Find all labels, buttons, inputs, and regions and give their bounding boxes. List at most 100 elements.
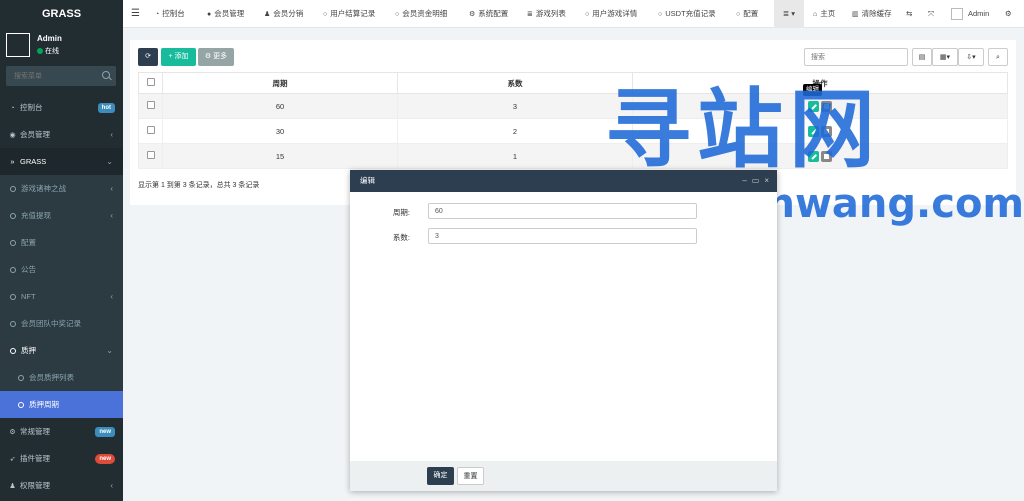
sidebar-item-plugins[interactable]: ➶ 插件管理 new [0,445,123,472]
tab-label: 系统配置 [478,9,509,18]
edit-icon[interactable] [808,100,819,112]
sidebar-item-config[interactable]: 配置 [0,229,123,256]
tab-label: 配置 [743,9,759,18]
chevron-left-icon: ‹ [110,184,113,193]
user-status: 在线 [37,46,59,56]
menu-toggle-icon[interactable]: ☰ [131,0,140,28]
online-dot-icon [37,48,43,54]
dashboard-icon: ◔ [10,105,15,112]
row-checkbox[interactable] [146,101,155,109]
sidebar-item-dashboard[interactable]: ◔ 控制台 hot [0,94,123,121]
more-button[interactable]: ⚙ 更多 [198,48,234,66]
clear-cache-button[interactable]: ▥ 清除缓存 [852,0,892,28]
factor-input[interactable] [428,228,697,244]
search-button[interactable]: ⌕ [988,48,1008,66]
brand-logo[interactable]: GRASS [0,0,123,28]
user-panel: Admin 在线 [0,28,123,66]
home-link[interactable]: ⌂ 主页 [813,0,835,28]
select-all-checkbox[interactable] [146,78,155,86]
tab-label: 用户结算记录 [330,9,376,18]
column-header-period[interactable]: 周期 [162,72,398,94]
column-header-factor[interactable]: 系数 [397,72,633,94]
cell-factor: 3 [397,93,633,119]
period-input[interactable] [428,203,697,219]
sidebar-item-label: 控制台 [20,103,43,112]
refresh-button[interactable]: ⟳ [138,48,158,66]
sidebar-item-label: 会员管理 [20,130,50,139]
circle-icon [10,348,16,354]
sidebar-item-notice[interactable]: 公告 [0,256,123,283]
factor-label: 系数: [392,233,410,242]
chevron-left-icon: ‹ [110,130,113,139]
modal-header: 编辑 – ▭ × [350,170,777,192]
circle-icon: ○ [736,11,741,18]
tabs-dropdown-button[interactable]: ≣ ▾ [774,0,804,28]
tab-members[interactable]: ● 会员管理 [207,0,244,28]
sidebar-item-label: 充值提现 [21,211,51,220]
tab-config[interactable]: ○ 配置 [736,0,758,28]
settings-gear-icon[interactable]: ⚙ [1005,0,1012,28]
sidebar-search[interactable] [6,66,116,86]
rocket-icon: ➶ [9,456,16,463]
sidebar-item-game[interactable]: 游戏诸神之战 ‹ [0,175,123,202]
tab-dashboard[interactable]: ◔ 控制台 [155,0,185,28]
add-button[interactable]: + 添加 [161,48,196,66]
users-icon: ♟ [264,11,271,18]
tab-label: 会员资金明细 [402,9,448,18]
export-icon: ⇩▾ [966,54,976,61]
sidebar-search-input[interactable] [6,66,116,86]
tab-label: 控制台 [162,9,185,18]
tab-usdt[interactable]: ○ USDT充值记录 [658,0,716,28]
reset-button[interactable]: 重置 [457,467,484,485]
circle-icon [18,402,24,408]
tab-game-list[interactable]: ≣ 游戏列表 [527,0,566,28]
table-search-input[interactable] [804,48,908,66]
minimize-icon[interactable]: – [742,176,746,185]
delete-icon[interactable] [821,100,832,112]
tab-distribution[interactable]: ♟ 会员分销 [264,0,303,28]
cell-actions [632,118,1008,144]
circle-icon [10,267,16,273]
sidebar-item-team-prize[interactable]: 会员团队中奖记录 [0,310,123,337]
sidebar-item-grass[interactable]: » GRASS ⌄ [0,148,123,175]
close-icon[interactable]: × [764,176,769,185]
confirm-button[interactable]: 确定 [427,467,454,485]
sidebar-item-nft[interactable]: NFT ‹ [0,283,123,310]
tab-settlement[interactable]: ○ 用户结算记录 [323,0,375,28]
tab-label: USDT充值记录 [665,9,716,18]
row-checkbox[interactable] [146,126,155,134]
sidebar-item-pledge-list[interactable]: 会员质押列表 [0,364,123,391]
toggle-view-button[interactable]: ▤ [912,48,932,66]
edit-icon[interactable] [808,150,819,162]
sidebar-item-permissions[interactable]: ♟ 权限管理 ‹ [0,472,123,499]
edit-icon[interactable] [808,125,819,137]
new-badge: new [95,454,115,464]
search-icon: ⌕ [996,54,1000,61]
sidebar-item-members[interactable]: ◉ 会员管理 ‹ [0,121,123,148]
sidebar-item-general[interactable]: ⚙ 常规管理 new [0,418,123,445]
search-icon[interactable] [102,71,110,79]
grid-icon: ▦▾ [939,54,951,61]
row-checkbox-cell [138,143,163,169]
avatar [951,8,963,21]
export-dropdown-button[interactable]: ⇩▾ [958,48,984,66]
gear-icon: ⚙ [204,53,212,60]
sidebar-item-recharge[interactable]: 充值提现 ‹ [0,202,123,229]
language-icon[interactable]: ⇆ [906,0,912,28]
fullscreen-icon[interactable]: ⤧ [928,0,934,28]
sidebar-item-pledge[interactable]: 质押 ⌄ [0,337,123,364]
columns-dropdown-button[interactable]: ▦▾ [932,48,958,66]
tab-system-config[interactable]: ⚙ 系统配置 [469,0,508,28]
admin-menu[interactable]: Admin [951,0,989,28]
tab-game-detail[interactable]: ○ 用户游戏详情 [585,0,637,28]
row-checkbox[interactable] [146,151,155,159]
maximize-icon[interactable]: ▭ [752,176,760,185]
sidebar-item-label: 插件管理 [20,454,50,463]
sidebar-item-pledge-period[interactable]: 质押周期 [0,391,123,418]
circle-icon [10,294,16,300]
sidebar-item-label: 质押周期 [29,400,59,409]
table-header-row: 周期 系数 操作 [138,72,1008,94]
delete-icon[interactable] [821,150,832,162]
delete-icon[interactable] [821,125,832,137]
tab-funds[interactable]: ○ 会员资金明细 [395,0,447,28]
